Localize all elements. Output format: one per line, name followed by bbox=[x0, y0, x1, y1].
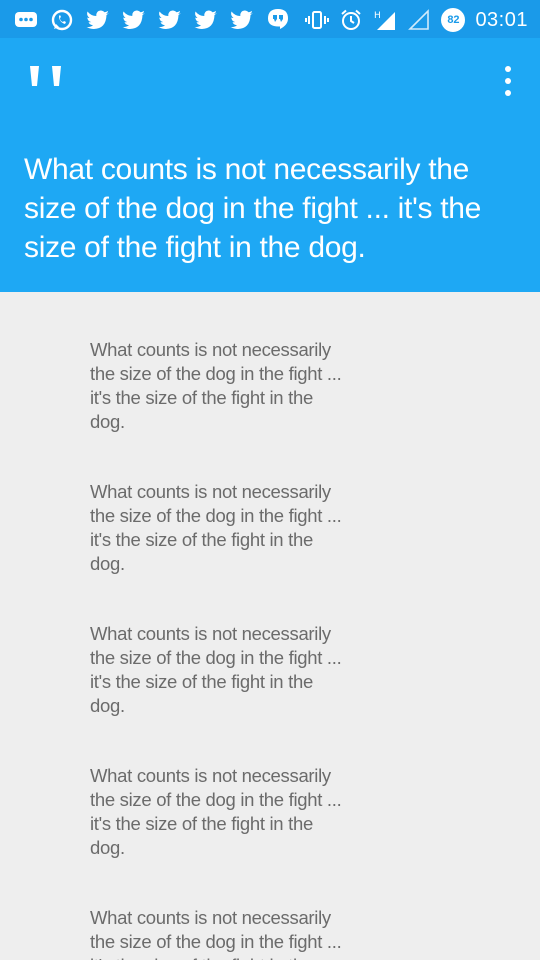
dot-icon bbox=[505, 90, 511, 96]
list-item[interactable]: What counts is not necessarily the size … bbox=[90, 622, 352, 718]
notification-icons bbox=[14, 7, 302, 33]
quote-list[interactable]: What counts is not necessarily the size … bbox=[0, 292, 540, 960]
list-item[interactable]: What counts is not necessarily the size … bbox=[90, 906, 352, 960]
dot-icon bbox=[505, 66, 511, 72]
status-bar: H 82 03:01 bbox=[0, 0, 540, 38]
twitter-icon bbox=[194, 8, 218, 32]
clock: 03:01 bbox=[475, 8, 528, 31]
list-item[interactable]: What counts is not necessarily the size … bbox=[90, 338, 352, 434]
twitter-icon bbox=[158, 8, 182, 32]
hangouts-icon bbox=[266, 8, 290, 32]
battery-indicator: 82 bbox=[441, 8, 466, 32]
featured-quote: What counts is not necessarily the size … bbox=[24, 153, 482, 264]
system-icons: H 82 03:01 bbox=[305, 7, 528, 33]
twitter-icon bbox=[86, 8, 110, 32]
twitter-icon bbox=[122, 8, 146, 32]
list-item[interactable]: What counts is not necessarily the size … bbox=[90, 764, 352, 860]
alarm-icon bbox=[339, 8, 363, 32]
list-item[interactable]: What counts is not necessarily the size … bbox=[90, 480, 352, 576]
whatsapp-icon bbox=[50, 8, 74, 32]
vibrate-icon bbox=[305, 8, 330, 32]
dot-icon bbox=[505, 78, 511, 84]
message-icon bbox=[14, 8, 38, 32]
signal-empty-icon bbox=[407, 8, 431, 32]
twitter-icon bbox=[230, 8, 254, 32]
quote-icon bbox=[26, 60, 70, 100]
signal-h-icon: H bbox=[373, 8, 397, 32]
overflow-menu-button[interactable] bbox=[498, 66, 518, 96]
quote-header: What counts is not necessarily the size … bbox=[0, 38, 540, 292]
svg-text:H: H bbox=[374, 11, 381, 21]
